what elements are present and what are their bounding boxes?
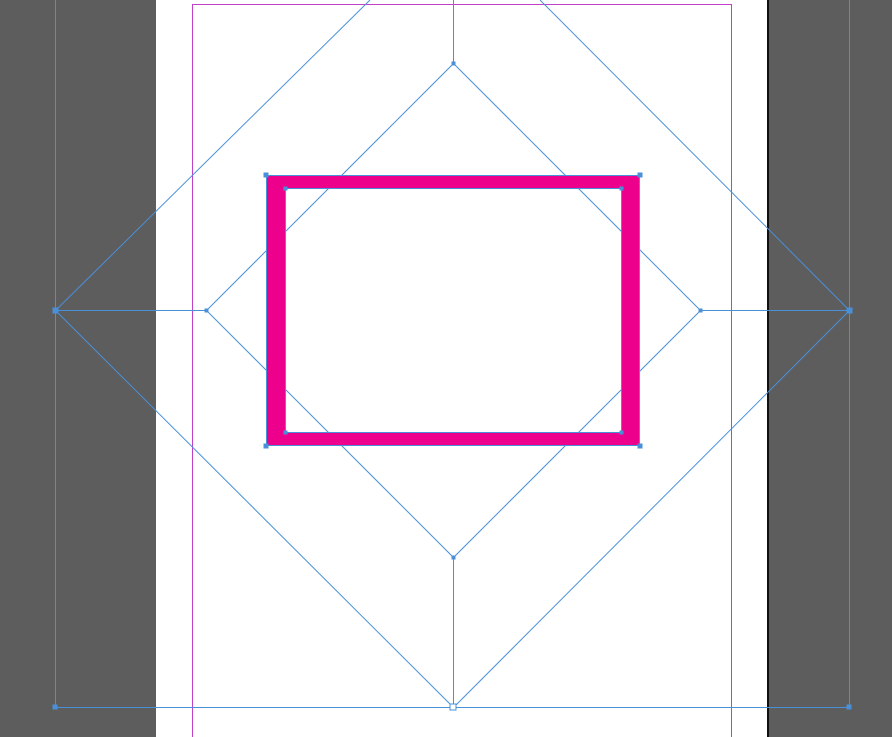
anchor-point-icon[interactable] [263, 443, 269, 449]
anchor-point-icon[interactable] [619, 186, 624, 191]
artwork-layer[interactable] [0, 0, 892, 737]
anchor-point-icon[interactable] [283, 186, 288, 191]
anchor-point-icon[interactable] [204, 308, 209, 313]
diamond-connector-lines[interactable] [55, 0, 850, 708]
reference-point-icon[interactable] [449, 703, 457, 711]
anchor-point-icon[interactable] [637, 172, 643, 178]
anchor-point-icon[interactable] [263, 172, 269, 178]
anchor-points[interactable] [52, 61, 853, 710]
outer-diamond-path[interactable] [55, 0, 850, 708]
magenta-rectangle-frame[interactable] [266, 175, 640, 446]
anchor-point-icon[interactable] [283, 430, 288, 435]
frame-fill-stroke[interactable] [266, 175, 640, 446]
anchor-point-icon[interactable] [52, 704, 58, 710]
anchor-point-icon[interactable] [846, 704, 852, 710]
frame-path-outlines [266, 175, 640, 446]
anchor-point-icon[interactable] [52, 307, 59, 314]
anchor-point-icon[interactable] [451, 61, 456, 66]
anchor-point-icon[interactable] [637, 443, 643, 449]
anchor-point-icon[interactable] [451, 555, 456, 560]
anchor-point-icon[interactable] [846, 307, 853, 314]
selection-bounding-box[interactable] [55, 0, 850, 708]
anchor-point-icon[interactable] [698, 308, 703, 313]
document-canvas[interactable] [0, 0, 892, 737]
anchor-point-icon[interactable] [619, 430, 624, 435]
